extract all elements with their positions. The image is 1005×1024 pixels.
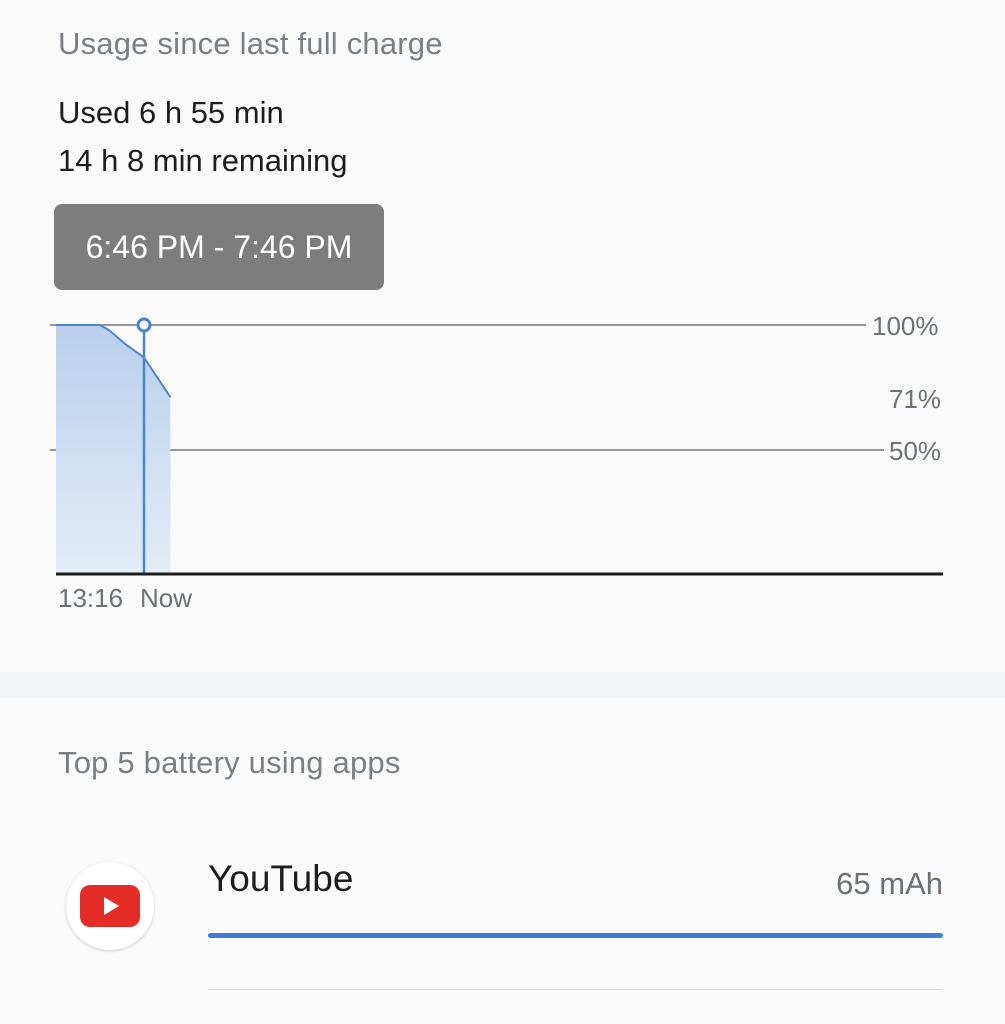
youtube-icon (66, 862, 154, 950)
app-row-youtube[interactable]: YouTube 65 mAh (0, 840, 1005, 1000)
battery-area-fill (56, 325, 171, 574)
youtube-logo (80, 885, 140, 927)
x-tick-now: Now (140, 583, 193, 613)
app-usage-bar (208, 933, 943, 938)
time-range-label: 6:46 PM - 7:46 PM (85, 228, 353, 265)
app-name: YouTube (208, 858, 354, 899)
x-tick-start: 13:16 (58, 583, 124, 613)
current-level-label: 71% (889, 384, 942, 414)
y-tick-50: 50% (889, 436, 942, 466)
used-time: Used 6 h 55 min (58, 95, 284, 130)
apps-section-title: Top 5 battery using apps (58, 745, 401, 780)
section-divider (0, 672, 1005, 698)
battery-chart[interactable] (0, 300, 1005, 590)
battery-usage-screen: Usage since last full charge Used 6 h 55… (0, 0, 1005, 1024)
time-range-tooltip: 6:46 PM - 7:46 PM (54, 204, 384, 290)
current-time-marker[interactable] (136, 317, 152, 333)
app-usage-bar-fill (208, 933, 943, 938)
usage-section-title: Usage since last full charge (58, 26, 443, 61)
remaining-time: 14 h 8 min remaining (58, 143, 348, 178)
row-divider (208, 989, 943, 990)
y-tick-100: 100% (872, 311, 939, 341)
app-usage-value: 65 mAh (836, 866, 943, 901)
